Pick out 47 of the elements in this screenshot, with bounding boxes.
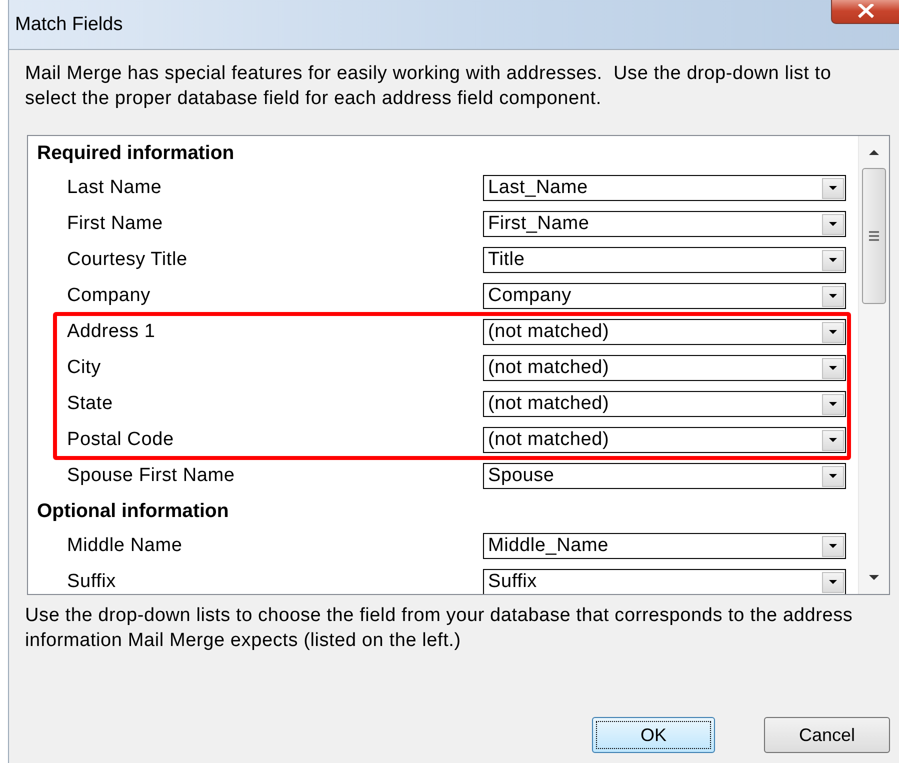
field-label: Address 1 bbox=[67, 321, 156, 343]
field-label: Last Name bbox=[67, 177, 163, 199]
scrollbar[interactable] bbox=[858, 136, 889, 594]
field-dropdown[interactable]: (not matched) bbox=[483, 355, 846, 381]
intro-text: Mail Merge has special features for easily working with addresses. Use the drop-down list to select the proper database field for each address field component. bbox=[25, 62, 832, 111]
field-label: Postal Code bbox=[67, 429, 175, 451]
field-dropdown[interactable]: First_Name bbox=[483, 211, 846, 237]
field-label: City bbox=[67, 357, 102, 379]
close-button[interactable] bbox=[831, 0, 899, 24]
field-dropdown[interactable]: (not matched) bbox=[483, 427, 846, 453]
dropdown-arrow-icon bbox=[828, 185, 838, 191]
scroll-down-icon[interactable] bbox=[868, 574, 880, 582]
field-dropdown[interactable]: Company bbox=[483, 283, 846, 309]
field-label: First Name bbox=[67, 213, 164, 235]
section-heading: Optional information bbox=[37, 499, 230, 524]
dropdown-arrow-icon bbox=[828, 437, 838, 443]
field-label: Suffix bbox=[67, 571, 117, 593]
field-label: Company bbox=[67, 285, 152, 307]
field-dropdown[interactable]: Title bbox=[483, 247, 846, 273]
field-label: State bbox=[67, 393, 114, 415]
field-label: Spouse First Name bbox=[67, 465, 236, 487]
scroll-thumb[interactable] bbox=[862, 168, 886, 304]
field-dropdown[interactable]: Last_Name bbox=[483, 175, 846, 201]
dropdown-arrow-icon bbox=[828, 221, 838, 227]
field-label: Courtesy Title bbox=[67, 249, 188, 271]
grip-icon bbox=[868, 231, 880, 241]
dropdown-arrow-icon bbox=[828, 365, 838, 371]
scroll-up-icon[interactable] bbox=[868, 148, 880, 156]
field-dropdown[interactable]: (not matched) bbox=[483, 319, 846, 345]
dropdown-arrow-icon bbox=[828, 401, 838, 407]
field-dropdown[interactable]: Suffix bbox=[483, 569, 846, 594]
field-dropdown[interactable]: Spouse bbox=[483, 463, 846, 489]
field-dropdown[interactable]: (not matched) bbox=[483, 391, 846, 417]
section-heading: Required information bbox=[37, 141, 236, 166]
dropdown-arrow-icon bbox=[828, 257, 838, 263]
dropdown-arrow-icon bbox=[828, 293, 838, 299]
field-dropdown[interactable]: Middle_Name bbox=[483, 533, 846, 559]
dropdown-arrow-icon bbox=[828, 579, 838, 585]
close-icon bbox=[856, 4, 874, 18]
hint-text: Use the drop-down lists to choose the field from your database that corresponds to the address information Mail Merge expects (listed on the left.) bbox=[25, 604, 854, 653]
window-title: Match Fields bbox=[15, 14, 123, 36]
ok-button[interactable]: OK bbox=[592, 717, 715, 753]
cancel-button[interactable]: Cancel bbox=[764, 717, 890, 753]
dropdown-arrow-icon bbox=[828, 329, 838, 335]
field-label: Middle Name bbox=[67, 535, 184, 557]
dropdown-arrow-icon bbox=[828, 473, 838, 479]
dropdown-arrow-icon bbox=[828, 543, 838, 549]
